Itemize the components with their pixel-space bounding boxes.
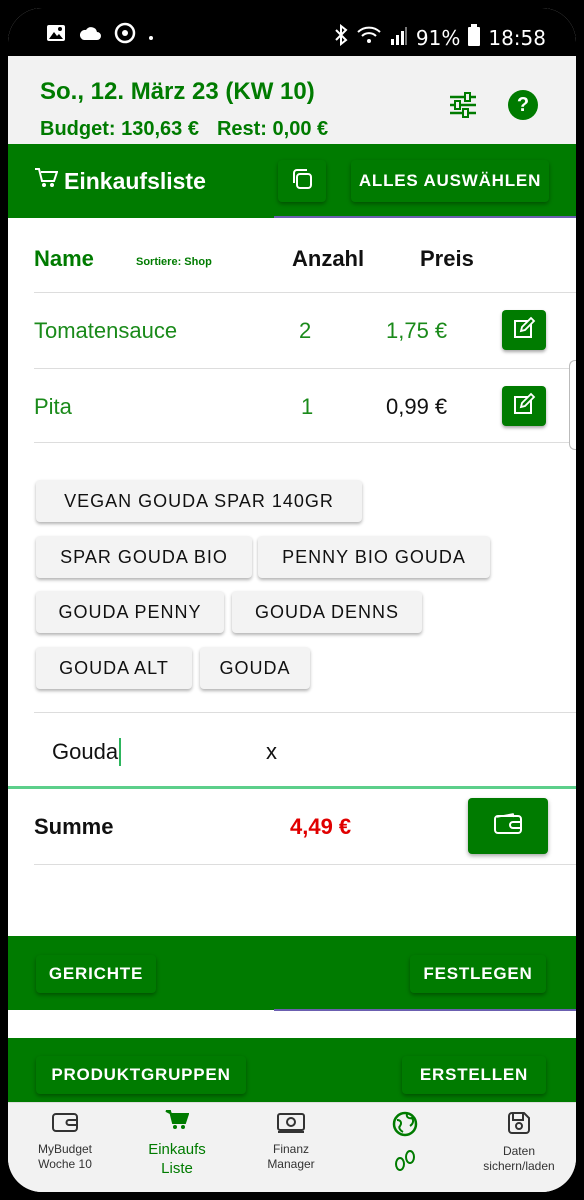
- divider: [34, 864, 576, 865]
- gallery-icon: [46, 24, 66, 46]
- row-1-edit-button[interactable]: [502, 310, 546, 350]
- input-underline: [8, 786, 576, 789]
- cloud-icon: [78, 25, 102, 45]
- row-1-quantity[interactable]: 2: [299, 318, 311, 344]
- column-name-header[interactable]: Name: [34, 246, 94, 272]
- footprints-icon: [392, 1148, 418, 1179]
- budget-line: Budget: 130,63 € Rest: 0,00 €: [40, 118, 328, 141]
- edit-icon: [512, 392, 536, 421]
- column-price-header[interactable]: Preis: [420, 246, 474, 272]
- bluetooth-icon: [334, 23, 348, 51]
- select-all-button[interactable]: ALLES AUSWÄHLEN: [351, 160, 549, 202]
- shopping-list-title: Einkaufsliste: [34, 167, 206, 195]
- suggestion-chip[interactable]: GOUDA PENNY: [36, 591, 224, 633]
- wallet-icon: [52, 1111, 78, 1138]
- save-icon: [507, 1111, 531, 1140]
- battery-icon: [468, 24, 481, 51]
- suggestion-chip[interactable]: VEGAN GOUDA SPAR 140GR: [36, 480, 362, 522]
- date-title[interactable]: So., 12. März 23 (KW 10): [40, 78, 315, 106]
- cart-icon: [34, 167, 59, 195]
- product-groups-bar: PRODUKTGRUPPEN ERSTELLEN: [8, 1038, 576, 1102]
- side-panel-handle[interactable]: [569, 360, 576, 450]
- wifi-icon: [356, 25, 382, 50]
- nav-mybudget[interactable]: MyBudget Woche 10: [10, 1111, 120, 1172]
- nav-finance-manager[interactable]: Finanz Manager: [236, 1111, 346, 1172]
- filter-settings-icon[interactable]: [448, 92, 478, 123]
- tab-indicator: [274, 216, 576, 218]
- row-2-quantity[interactable]: 1: [301, 394, 313, 420]
- row-2-price[interactable]: 0,99 €: [386, 394, 447, 420]
- text-cursor: [119, 738, 122, 766]
- date-header: So., 12. März 23 (KW 10) Budget: 130,63 …: [8, 56, 576, 144]
- nav-backup[interactable]: Daten sichern/laden: [464, 1111, 574, 1174]
- cart-icon: [165, 1109, 190, 1136]
- budget-value: Budget: 130,63 €: [40, 118, 199, 140]
- bottom-navigation: MyBudget Woche 10 Einkaufs Liste Finanz Man…: [8, 1102, 576, 1192]
- sort-label[interactable]: Sortiere: Shop: [136, 256, 212, 268]
- sync-icon: [114, 22, 136, 48]
- nav-shopping-list[interactable]: Einkaufs Liste: [122, 1109, 232, 1178]
- row-2-edit-button[interactable]: [502, 386, 546, 426]
- divider: [34, 712, 576, 713]
- copy-button[interactable]: [278, 160, 326, 202]
- sum-label: Summe: [34, 814, 114, 839]
- wallet-button[interactable]: [468, 798, 548, 854]
- suggestion-chip[interactable]: GOUDA: [200, 647, 310, 689]
- product-groups-button[interactable]: PRODUKTGRUPPEN: [36, 1056, 246, 1094]
- product-input[interactable]: Gouda: [52, 738, 122, 766]
- battery-percent: 91%: [415, 25, 461, 50]
- suggestion-chip[interactable]: GOUDA DENNS: [232, 591, 422, 633]
- notification-dot-icon: [148, 26, 154, 45]
- signal-icon: [390, 26, 408, 50]
- dishes-button[interactable]: GERICHTE: [36, 955, 156, 993]
- rest-value: Rest: 0,00 €: [216, 118, 329, 140]
- nav-backup-label: Daten sichern/laden: [483, 1144, 555, 1173]
- nav-mybudget-label: MyBudget Woche 10: [37, 1142, 93, 1171]
- nav-eco[interactable]: [350, 1111, 460, 1179]
- suggestion-chip[interactable]: SPAR GOUDA BIO: [36, 536, 252, 578]
- divider: [34, 442, 576, 443]
- product-input-value: Gouda: [52, 739, 119, 764]
- column-quantity-header[interactable]: Anzahl: [292, 246, 364, 272]
- nav-finance-manager-label: Finanz Manager: [267, 1142, 315, 1171]
- dishes-bar: GERICHTE FESTLEGEN: [8, 936, 576, 1010]
- define-button[interactable]: FESTLEGEN: [410, 955, 546, 993]
- suggestion-chip[interactable]: GOUDA ALT: [36, 647, 192, 689]
- tab-indicator: [274, 1009, 576, 1011]
- divider: [34, 368, 576, 369]
- shopping-list-label: Einkaufsliste: [64, 167, 206, 194]
- nav-shopping-list-label: Einkaufs Liste: [148, 1141, 206, 1177]
- phone-screen: 91% 18:58 So., 12. März 23 (KW 10) Budge…: [8, 8, 576, 1192]
- create-button[interactable]: ERSTELLEN: [402, 1056, 546, 1094]
- suggestion-chip[interactable]: PENNY BIO GOUDA: [258, 536, 490, 578]
- edit-icon: [512, 316, 536, 345]
- wallet-icon: [493, 812, 523, 841]
- help-icon[interactable]: ?: [508, 90, 538, 120]
- copy-icon: [290, 167, 314, 196]
- shopping-list-bar: Einkaufsliste ALLES AUSWÄHLEN: [8, 144, 576, 218]
- row-1-name[interactable]: Tomatensauce: [34, 318, 177, 344]
- clear-input-button[interactable]: x: [266, 739, 277, 765]
- money-icon: [276, 1111, 306, 1138]
- sum-value: 4,49 €: [290, 814, 352, 839]
- row-1-price[interactable]: 1,75 €: [386, 318, 447, 344]
- row-2-name[interactable]: Pita: [34, 394, 72, 420]
- globe-icon: [392, 1111, 418, 1142]
- divider: [34, 292, 576, 293]
- clock: 18:58: [488, 25, 546, 50]
- status-bar: 91% 18:58: [8, 8, 576, 56]
